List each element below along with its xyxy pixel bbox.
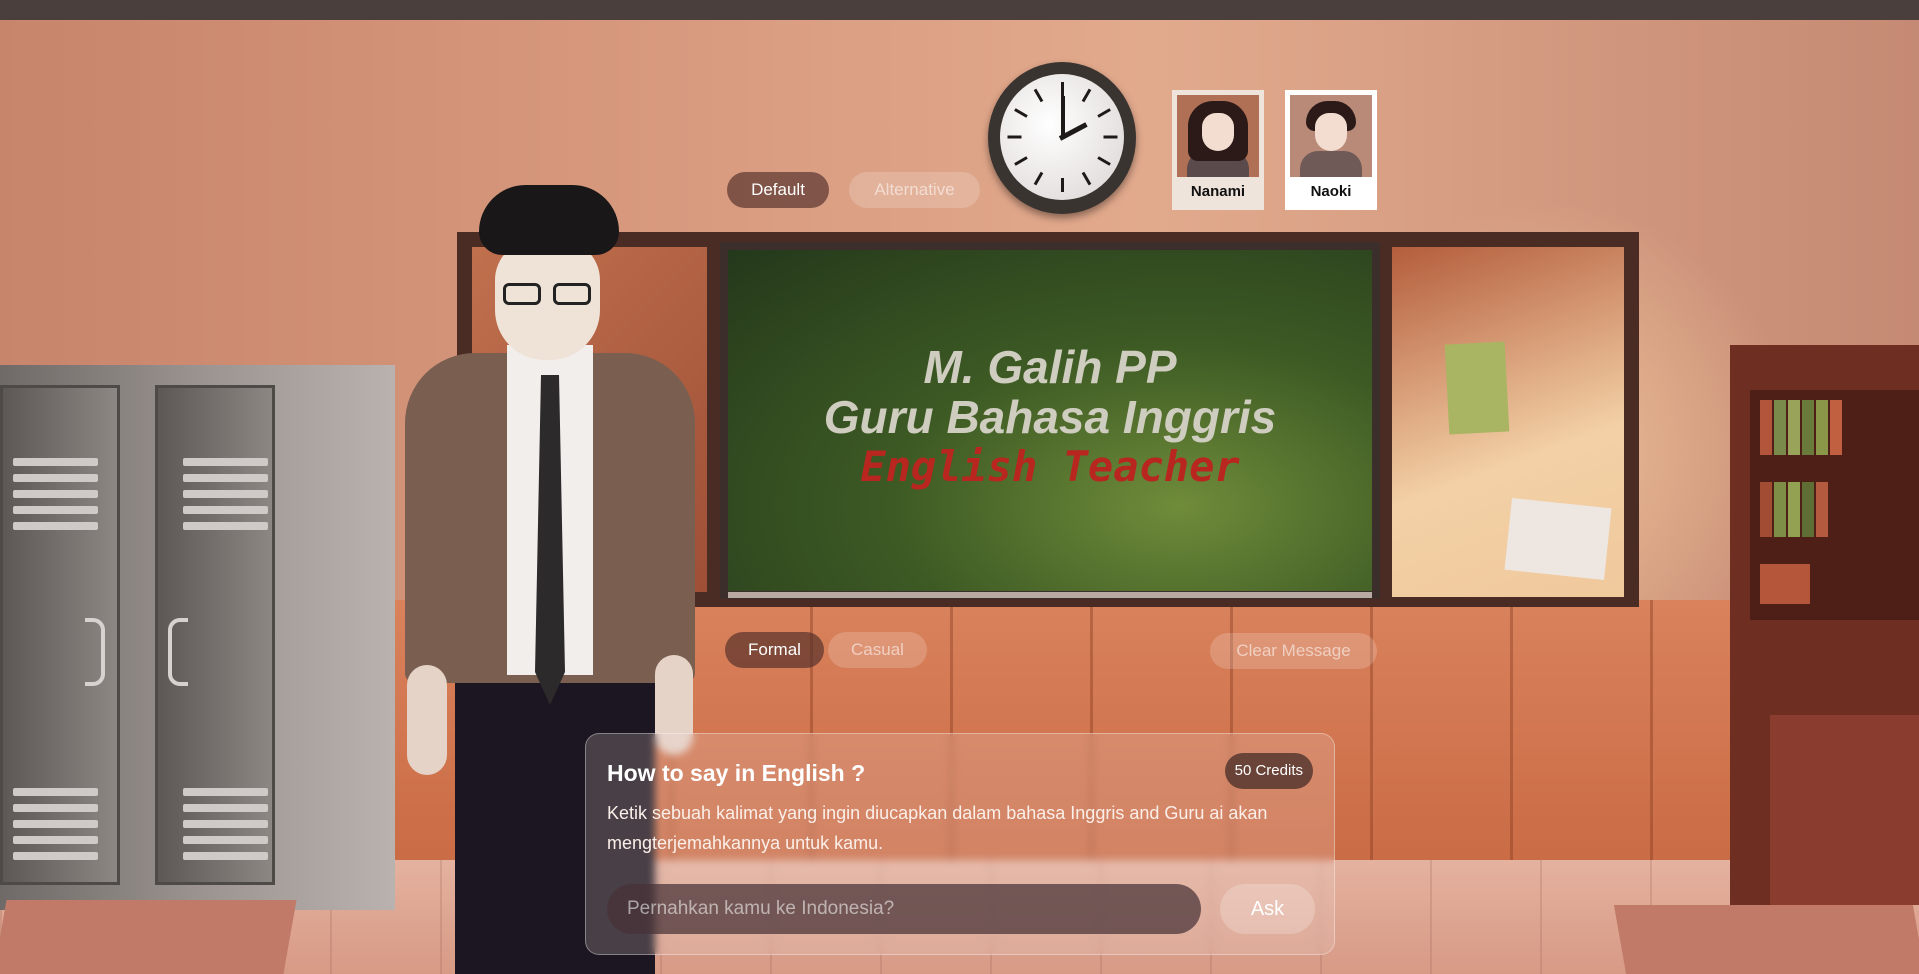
clear-message-button[interactable]: Clear Message bbox=[1210, 633, 1377, 669]
panel-description: Ketik sebuah kalimat yang ingin diucapka… bbox=[607, 803, 1268, 853]
sentence-input[interactable] bbox=[607, 884, 1201, 934]
ceiling bbox=[0, 0, 1919, 20]
outfit-default-button[interactable]: Default bbox=[727, 172, 829, 208]
ask-button[interactable]: Ask bbox=[1220, 884, 1315, 934]
translate-panel: How to say in English ? 50 Credits Ketik… bbox=[585, 733, 1335, 955]
sticky-note bbox=[1444, 341, 1510, 435]
formal-button[interactable]: Formal bbox=[725, 632, 824, 668]
desk bbox=[1770, 715, 1919, 905]
credits-badge: 50 Credits bbox=[1224, 753, 1313, 789]
outfit-alternative-button[interactable]: Alternative bbox=[849, 172, 980, 208]
teacher-card-nanami[interactable]: Nanami bbox=[1172, 90, 1264, 210]
lockers bbox=[0, 365, 395, 910]
paper-note bbox=[1504, 497, 1612, 581]
teacher-name-label: Naoki bbox=[1310, 183, 1352, 200]
desk bbox=[1613, 905, 1919, 974]
panel-title: How to say in English ? bbox=[607, 760, 866, 786]
teacher-role-english: English Teacher bbox=[860, 442, 1240, 491]
teacher-name: M. Galih PP bbox=[923, 341, 1177, 393]
teacher-role: Guru Bahasa Inggris bbox=[823, 391, 1277, 443]
avatar bbox=[1290, 95, 1372, 177]
casual-button[interactable]: Casual bbox=[828, 632, 927, 668]
teacher-name-label: Nanami bbox=[1190, 183, 1246, 200]
avatar bbox=[1177, 95, 1259, 177]
desk bbox=[0, 900, 297, 974]
clock-icon bbox=[988, 62, 1136, 214]
teacher-card-naoki[interactable]: Naoki bbox=[1285, 90, 1377, 210]
chalkboard-text: M. Galih PP Guru Bahasa Inggris English … bbox=[720, 342, 1380, 492]
